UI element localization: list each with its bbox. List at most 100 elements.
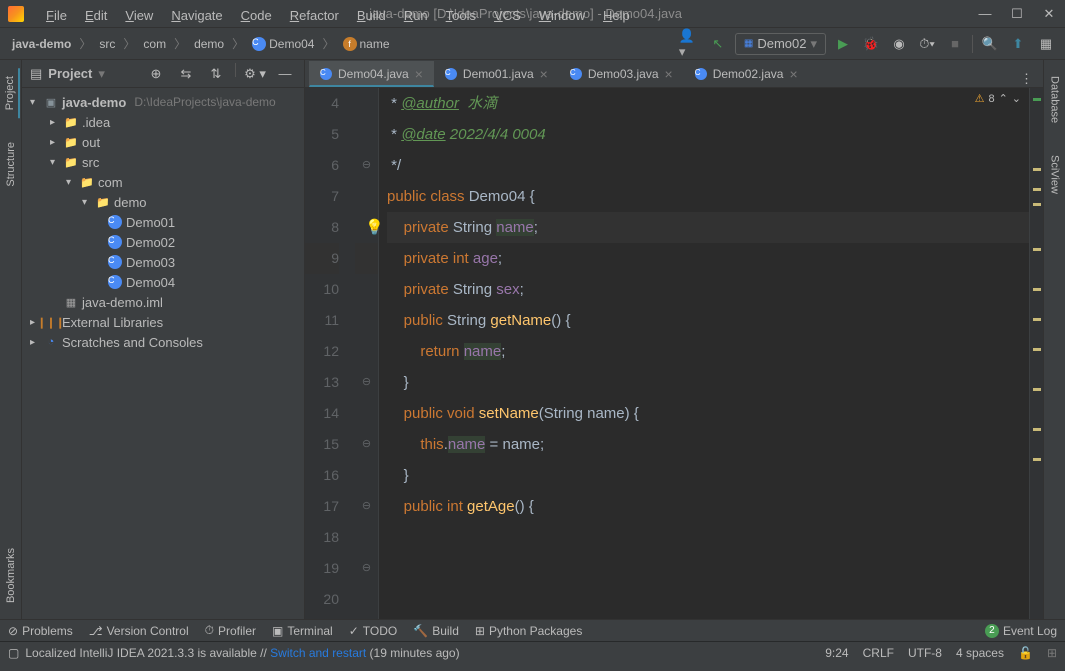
close-icon[interactable]: × bbox=[665, 66, 673, 82]
collapse-all-icon[interactable]: ⇅ bbox=[205, 63, 227, 85]
code-text[interactable]: * @author 水滴 * @date 2022/4/4 0004 */pub… bbox=[379, 88, 1029, 619]
menu-view[interactable]: View bbox=[117, 6, 161, 25]
menu-file[interactable]: File bbox=[38, 6, 75, 25]
tree-idea[interactable]: ▸📁.idea bbox=[22, 112, 304, 132]
breadcrumb-src[interactable]: src bbox=[95, 35, 119, 53]
close-icon[interactable]: × bbox=[789, 66, 797, 82]
line-separator[interactable]: CRLF bbox=[863, 646, 894, 660]
todo-icon: ✓ bbox=[349, 624, 359, 638]
select-opened-file-icon[interactable]: ⊕ bbox=[145, 63, 167, 85]
maximize-button[interactable]: ☐ bbox=[1009, 6, 1025, 22]
project-tool-button[interactable]: Project bbox=[2, 68, 20, 118]
tree-out[interactable]: ▸📁out bbox=[22, 132, 304, 152]
menu-edit[interactable]: Edit bbox=[77, 6, 115, 25]
gutter-fold-icons[interactable]: ⊖ ⊖ ⊖ ⊖ ⊖ bbox=[355, 88, 379, 619]
indent-info[interactable]: 4 spaces bbox=[956, 646, 1004, 660]
coverage-button[interactable]: ◉ bbox=[888, 33, 910, 55]
tab-demo03-java[interactable]: CDemo03.java× bbox=[559, 61, 684, 87]
minimize-button[interactable]: ― bbox=[977, 6, 993, 22]
tabs-menu-icon[interactable]: ⋮ bbox=[1010, 71, 1043, 87]
tree-class-demo03[interactable]: CDemo03 bbox=[22, 252, 304, 272]
close-button[interactable]: ✕ bbox=[1041, 6, 1057, 22]
tab-demo01-java[interactable]: CDemo01.java× bbox=[434, 61, 559, 87]
tree-class-demo01[interactable]: CDemo01 bbox=[22, 212, 304, 232]
tab-demo02-java[interactable]: CDemo02.java× bbox=[684, 61, 809, 87]
editor-content[interactable]: 456789101112131415161718192021 ⊖ ⊖ ⊖ ⊖ ⊖… bbox=[305, 88, 1043, 619]
menu-help[interactable]: Help bbox=[595, 6, 638, 25]
readonly-icon[interactable]: 🔓 bbox=[1018, 646, 1033, 660]
tree-iml[interactable]: ▦java-demo.iml bbox=[22, 292, 304, 312]
tree-demo[interactable]: ▾📁demo bbox=[22, 192, 304, 212]
breadcrumb-project[interactable]: java-demo bbox=[8, 35, 75, 53]
editor-area: CDemo04.java×CDemo01.java×CDemo03.java×C… bbox=[305, 60, 1043, 619]
cursor-position[interactable]: 9:24 bbox=[825, 646, 848, 660]
project-panel-title[interactable]: Project bbox=[48, 66, 92, 81]
menu-window[interactable]: Window bbox=[531, 6, 593, 25]
debug-button[interactable]: 🐞 bbox=[860, 33, 882, 55]
expand-all-icon[interactable]: ⇆ bbox=[175, 63, 197, 85]
tree-external-libs[interactable]: ▸❙❙❙External Libraries bbox=[22, 312, 304, 332]
event-badge-icon: 2 bbox=[985, 624, 999, 638]
status-tool-icon[interactable]: ▢ bbox=[8, 646, 19, 660]
menu-build[interactable]: Build bbox=[349, 6, 394, 25]
gutter-line-numbers[interactable]: 456789101112131415161718192021 bbox=[305, 88, 355, 619]
tree-root[interactable]: ▾▣java-demoD:\IdeaProjects\java-demo bbox=[22, 92, 304, 112]
tree-scratches[interactable]: ▸◔Scratches and Consoles bbox=[22, 332, 304, 352]
close-icon[interactable]: × bbox=[540, 66, 548, 82]
project-tree[interactable]: ▾▣java-demoD:\IdeaProjects\java-demo ▸📁.… bbox=[22, 88, 304, 619]
titlebar: FileEditViewNavigateCodeRefactorBuildRun… bbox=[0, 0, 1065, 28]
bookmarks-tool-button[interactable]: Bookmarks bbox=[3, 540, 19, 611]
chevron-up-icon[interactable]: ⌃ bbox=[999, 92, 1008, 105]
breadcrumb-member[interactable]: fname bbox=[339, 35, 394, 53]
switch-restart-link[interactable]: Switch and restart bbox=[270, 646, 366, 660]
error-stripe[interactable] bbox=[1029, 88, 1043, 619]
structure-tool-button[interactable]: Structure bbox=[3, 134, 19, 195]
stop-button[interactable]: ■ bbox=[944, 33, 966, 55]
inspection-widget[interactable]: ⚠ 8 ⌃ ⌄ bbox=[975, 92, 1021, 105]
add-user-icon[interactable]: 👤▾ bbox=[679, 33, 701, 55]
tree-src[interactable]: ▾📁src bbox=[22, 152, 304, 172]
back-icon[interactable]: ↖ bbox=[707, 33, 729, 55]
build-icon: 🔨 bbox=[413, 624, 428, 638]
tree-class-demo04[interactable]: CDemo04 bbox=[22, 272, 304, 292]
tab-demo04-java[interactable]: CDemo04.java× bbox=[309, 61, 434, 87]
menu-code[interactable]: Code bbox=[233, 6, 280, 25]
ide-actions-button[interactable]: ▦ bbox=[1035, 33, 1057, 55]
close-icon[interactable]: × bbox=[415, 66, 423, 82]
tree-class-demo02[interactable]: CDemo02 bbox=[22, 232, 304, 252]
run-button[interactable]: ▶ bbox=[832, 33, 854, 55]
status-bar: ▢ Localized IntelliJ IDEA 2021.3.3 is av… bbox=[0, 641, 1065, 663]
profiler-tool-button[interactable]: ⏱Profiler bbox=[205, 623, 256, 638]
tree-com[interactable]: ▾📁com bbox=[22, 172, 304, 192]
profile-button[interactable]: ⏱▾ bbox=[916, 33, 938, 55]
problems-tool-button[interactable]: ⊘Problems bbox=[8, 624, 73, 638]
todo-tool-button[interactable]: ✓TODO bbox=[349, 624, 398, 638]
breadcrumb-demo[interactable]: demo bbox=[190, 35, 228, 53]
menu-navigate[interactable]: Navigate bbox=[163, 6, 230, 25]
update-button[interactable]: ⬆ bbox=[1007, 33, 1029, 55]
breadcrumb-class[interactable]: CDemo04 bbox=[248, 35, 318, 53]
run-config-label: Demo02 bbox=[757, 36, 806, 51]
breadcrumb-com[interactable]: com bbox=[139, 35, 170, 53]
database-tool-button[interactable]: Database bbox=[1047, 68, 1063, 131]
status-message: Localized IntelliJ IDEA 2021.3.3 is avai… bbox=[25, 646, 459, 660]
event-log-button[interactable]: 2Event Log bbox=[985, 624, 1057, 638]
settings-icon[interactable]: ⚙ ▾ bbox=[244, 63, 266, 85]
menu-run[interactable]: Run bbox=[396, 6, 436, 25]
vcs-tool-button[interactable]: ⎇Version Control bbox=[89, 624, 189, 638]
run-config-selector[interactable]: ▦ Demo02 ▾ bbox=[735, 33, 826, 55]
search-button[interactable]: 🔍 bbox=[979, 33, 1001, 55]
problems-icon: ⊘ bbox=[8, 624, 18, 638]
memory-icon[interactable]: ⊞ bbox=[1047, 646, 1057, 660]
build-tool-button[interactable]: 🔨Build bbox=[413, 624, 459, 638]
chevron-down-icon[interactable]: ⌄ bbox=[1012, 92, 1021, 105]
menu-vcs[interactable]: VCS bbox=[486, 6, 529, 25]
hide-panel-icon[interactable]: ― bbox=[274, 63, 296, 85]
menu-refactor[interactable]: Refactor bbox=[282, 6, 347, 25]
menu-tools[interactable]: Tools bbox=[438, 6, 484, 25]
branch-icon: ⎇ bbox=[89, 624, 103, 638]
terminal-tool-button[interactable]: ▣Terminal bbox=[272, 624, 333, 638]
sciview-tool-button[interactable]: SciView bbox=[1047, 147, 1063, 202]
python-packages-button[interactable]: ⊞Python Packages bbox=[475, 624, 582, 638]
file-encoding[interactable]: UTF-8 bbox=[908, 646, 942, 660]
